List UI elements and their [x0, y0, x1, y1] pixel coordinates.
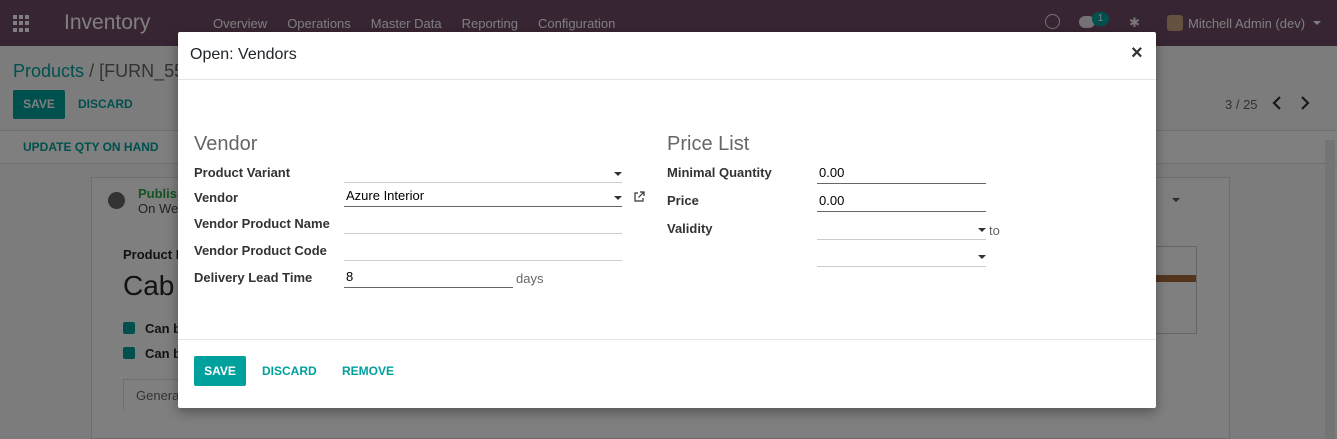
dialog-remove-button[interactable]: REMOVE — [342, 364, 394, 378]
minimal-quantity-label: Minimal Quantity — [667, 165, 772, 180]
dialog-footer: SAVE DISCARD REMOVE — [178, 339, 1156, 408]
minimal-quantity-field[interactable]: 0.00 — [817, 162, 986, 184]
caret-down-icon[interactable] — [614, 196, 622, 200]
product-variant-field[interactable] — [344, 161, 622, 183]
delivery-lead-time-field[interactable]: 8 — [344, 266, 513, 288]
price-list-section-title: Price List — [667, 133, 750, 155]
vendor-label: Vendor — [194, 190, 239, 205]
caret-down-icon[interactable] — [614, 172, 622, 176]
vendor-product-name-label: Vendor Product Name — [194, 216, 330, 231]
delivery-lead-time-label: Delivery Lead Time — [194, 270, 313, 285]
lead-time-unit: days — [516, 271, 544, 286]
vendor-product-code-field[interactable] — [344, 239, 622, 261]
validity-to-label: to — [989, 223, 1000, 238]
dialog-discard-button[interactable]: DISCARD — [262, 364, 317, 378]
dialog-header: Open: Vendors × — [178, 32, 1156, 80]
vendor-field[interactable]: Azure Interior — [344, 185, 622, 207]
vendor-product-name-field[interactable] — [344, 212, 622, 234]
price-label: Price — [667, 193, 699, 208]
external-link-icon[interactable] — [633, 191, 645, 203]
caret-down-icon[interactable] — [978, 255, 986, 259]
vendor-section-title: Vendor — [194, 133, 258, 155]
vendors-dialog: Open: Vendors × Vendor Product Variant V… — [178, 32, 1156, 408]
product-variant-label: Product Variant — [194, 165, 291, 180]
validity-from-field[interactable] — [817, 218, 986, 240]
validity-label: Validity — [667, 221, 713, 236]
dialog-save-button[interactable]: SAVE — [194, 356, 246, 386]
vendor-product-code-label: Vendor Product Code — [194, 243, 327, 258]
close-icon[interactable]: × — [1131, 43, 1143, 63]
caret-down-icon[interactable] — [978, 228, 986, 232]
validity-to-field[interactable] — [817, 245, 986, 267]
dialog-title: Open: Vendors — [190, 46, 297, 63]
price-field[interactable]: 0.00 — [817, 190, 986, 212]
